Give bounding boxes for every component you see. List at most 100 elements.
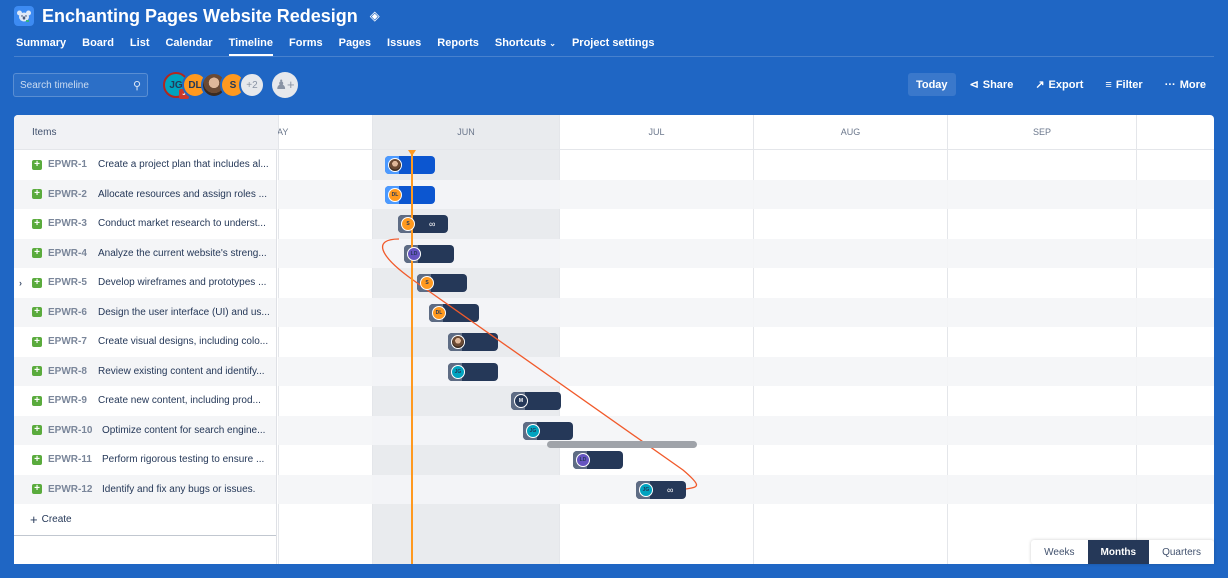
epic-icon: +: [32, 307, 42, 318]
view-weeks-button[interactable]: Weeks: [1031, 540, 1087, 564]
avatar-overflow[interactable]: +2: [239, 72, 265, 98]
search-timeline-field[interactable]: ⚲: [13, 73, 148, 97]
tab-calendar[interactable]: Calendar: [157, 36, 220, 52]
tab-shortcuts[interactable]: Shortcuts ⌄: [487, 36, 564, 52]
issue-summary[interactable]: Review existing content and identify...: [98, 366, 265, 377]
timeline-bar[interactable]: JG: [523, 421, 573, 440]
list-item[interactable]: + EPWR-1 Create a project plan that includ…: [14, 150, 276, 180]
issue-summary[interactable]: Conduct market research to underst...: [98, 218, 266, 229]
tab-forms[interactable]: Forms: [281, 36, 331, 52]
timeline-bar[interactable]: M: [511, 392, 561, 410]
issue-key[interactable]: EPWR-1: [48, 159, 87, 170]
issue-key[interactable]: EPWR-10: [48, 425, 92, 436]
project-nav: Summary Board List Calendar Timeline For…: [16, 36, 663, 56]
issue-summary[interactable]: Develop wireframes and prototypes ...: [98, 277, 266, 288]
share-icon: ⊲: [969, 79, 979, 91]
tab-issues[interactable]: Issues: [379, 36, 429, 52]
search-icon[interactable]: ⚲: [133, 79, 141, 92]
header-row: Items: [14, 115, 278, 150]
assignee-avatar: DL: [432, 305, 446, 320]
add-people-button[interactable]: ♟+: [272, 72, 298, 98]
timeline-bar[interactable]: JG: [448, 362, 498, 381]
list-item[interactable]: + EPWR-2 Allocate resources and assign rol…: [14, 179, 276, 209]
issue-summary[interactable]: Analyze the current website's streng...: [98, 248, 267, 259]
timeline-row: [278, 445, 1214, 475]
tab-summary[interactable]: Summary: [16, 36, 74, 52]
list-item[interactable]: + EPWR-4 Analyze the current website's str…: [14, 238, 276, 268]
issue-summary[interactable]: Allocate resources and assign roles ...: [98, 189, 267, 200]
issue-summary[interactable]: Create a project plan that includes al..…: [98, 159, 269, 170]
issue-summary[interactable]: Create visual designs, including colo...: [98, 336, 268, 347]
share-label: Share: [982, 78, 1014, 91]
tab-board[interactable]: Board: [74, 36, 122, 52]
view-mode-toggle: Weeks Months Quarters: [1031, 540, 1214, 564]
list-item[interactable]: + EPWR-11 Perform rigorous testing to ensu…: [14, 445, 276, 475]
timeline-bar[interactable]: DL: [385, 185, 435, 204]
list-item[interactable]: + EPWR-7 Create visual designs, including …: [14, 327, 276, 357]
koala-icon[interactable]: [14, 6, 34, 26]
timeline-bar[interactable]: DL: [429, 303, 479, 322]
timeline-bar[interactable]: S: [417, 274, 467, 292]
issue-key[interactable]: EPWR-4: [48, 248, 87, 259]
list-item[interactable]: + EPWR-8 Review existing content and ident…: [14, 356, 276, 386]
horizontal-scrollbar[interactable]: [547, 441, 697, 448]
issue-summary[interactable]: Create new content, including prod...: [98, 395, 261, 406]
issue-key[interactable]: EPWR-7: [48, 336, 87, 347]
issue-summary[interactable]: Perform rigorous testing to ensure ...: [102, 454, 264, 465]
view-quarters-button[interactable]: Quarters: [1149, 540, 1214, 564]
timeline-row: [278, 415, 1214, 445]
issue-summary[interactable]: Optimize content for search engine...: [102, 425, 265, 436]
more-button[interactable]: ··· More: [1157, 73, 1214, 96]
create-button[interactable]: + Create: [14, 504, 276, 536]
more-icon: ···: [1164, 78, 1176, 91]
item-list: + EPWR-12 Identify and fix any bugs or iss…: [14, 150, 277, 564]
list-item[interactable]: › + EPWR-5 Develop wireframes and prototype…: [14, 268, 276, 298]
assignee-avatar: [451, 335, 465, 349]
assignee-avatar: [388, 158, 402, 172]
today-button[interactable]: Today: [907, 73, 956, 96]
tab-reports[interactable]: Reports: [429, 36, 487, 52]
view-months-button[interactable]: Months: [1087, 540, 1150, 564]
timeline-bar[interactable]: S ∞: [398, 215, 448, 233]
share-button[interactable]: ⊲ Share: [962, 73, 1022, 96]
list-item[interactable]: + EPWR-3 Conduct market research to unders…: [14, 209, 276, 239]
issue-key[interactable]: EPWR-8: [48, 366, 87, 377]
timeline-bar[interactable]: LD: [573, 451, 623, 469]
issue-key[interactable]: EPWR-5: [48, 277, 87, 288]
list-item[interactable]: + EPWR-10 Optimize content for search engi…: [14, 415, 276, 445]
issue-summary[interactable]: Design the user interface (UI) and us...: [98, 307, 270, 318]
paint-bucket-icon[interactable]: ◈: [370, 8, 380, 24]
list-item[interactable]: + EPWR-6 Design the user interface (UI) an…: [14, 297, 276, 327]
avatar-group: JG J DL S +2 ♟+: [163, 72, 298, 99]
tab-timeline[interactable]: Timeline: [221, 36, 281, 56]
month-label: SEP: [1032, 127, 1051, 137]
tab-project-settings[interactable]: Project settings: [564, 36, 663, 52]
expand-chevron-icon[interactable]: ›: [19, 278, 22, 288]
issue-key[interactable]: EPWR-2: [48, 189, 87, 200]
issue-key[interactable]: EPWR-9: [48, 395, 87, 406]
month-label: JUN: [457, 127, 475, 137]
timeline-bar[interactable]: LD: [404, 244, 454, 263]
export-button[interactable]: ↗ Export: [1027, 73, 1091, 96]
issue-key[interactable]: EPWR-3: [48, 218, 87, 229]
filter-button[interactable]: ≡ Filter: [1097, 73, 1150, 96]
items-header: Items: [32, 127, 57, 138]
epic-icon: +: [32, 218, 42, 229]
timeline-bar[interactable]: JG ∞: [636, 480, 686, 499]
tab-list[interactable]: List: [122, 36, 158, 52]
timeline-bar[interactable]: [448, 333, 498, 351]
tab-pages[interactable]: Pages: [331, 36, 379, 52]
list-item[interactable]: + EPWR-9 Create new content, including pro…: [14, 386, 276, 416]
nav-divider: [14, 56, 1214, 57]
epic-icon: +: [32, 189, 42, 200]
link-icon[interactable]: ∞: [429, 219, 435, 229]
list-item[interactable]: + EPWR-12 Identify and fix any bugs or iss…: [14, 474, 276, 504]
issue-key[interactable]: EPWR-11: [48, 454, 92, 465]
issue-summary[interactable]: Identify and fix any bugs or issues.: [102, 484, 255, 495]
chevron-down-icon: ⌄: [549, 39, 556, 48]
search-input[interactable]: [20, 79, 120, 91]
issue-key[interactable]: EPWR-6: [48, 307, 87, 318]
timeline-bar[interactable]: [385, 156, 435, 174]
link-icon[interactable]: ∞: [667, 485, 673, 495]
issue-key[interactable]: EPWR-12: [48, 484, 92, 495]
